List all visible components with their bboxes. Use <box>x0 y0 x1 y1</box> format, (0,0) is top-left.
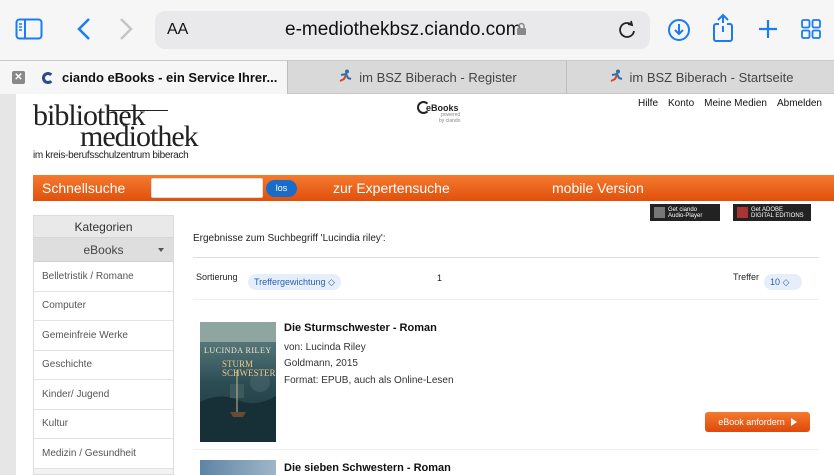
tab-title: ciando eBooks - ein Service Ihrer... <box>62 70 278 85</box>
sort-label: Sortierung <box>196 272 238 282</box>
tab-title: im BSZ Biberach - Register <box>359 70 517 85</box>
runner-favicon-icon <box>337 69 353 86</box>
link-konto[interactable]: Konto <box>668 98 694 109</box>
quick-search-label: Schnellsuche <box>42 180 126 196</box>
sort-select[interactable]: Treffergewichtung ◇ <box>248 274 341 290</box>
tab-title: im BSZ Biberach - Startseite <box>629 70 794 85</box>
category-sidebar: Kategorien eBooks Belletristik / Romane … <box>33 215 174 475</box>
link-hilfe[interactable]: Hilfe <box>638 98 658 109</box>
adobe-promo-line2: DIGITAL EDITIONS <box>751 212 804 219</box>
sidebar-heading: Kategorien <box>34 216 173 238</box>
tab-ciando[interactable]: ✕ ciando eBooks - ein Service Ihrer... <box>0 61 287 94</box>
account-links: Hilfe Konto Meine Medien Abmelden <box>638 98 822 109</box>
divider <box>193 449 819 450</box>
sidebar-item-gemeinfreie-werke[interactable]: Gemeinfreie Werke <box>34 321 173 351</box>
reload-icon[interactable] <box>617 20 637 45</box>
search-bar: Schnellsuche los zur Expertensuche mobil… <box>33 175 834 201</box>
ebooks-logo-text: eBooks <box>426 102 459 113</box>
mobile-version-link[interactable]: mobile Version <box>552 180 644 196</box>
sidebar-section-label: eBooks <box>83 242 124 257</box>
link-abmelden[interactable]: Abmelden <box>777 98 822 109</box>
link-meine-medien[interactable]: Meine Medien <box>704 98 767 109</box>
sidebar-item-geschichte[interactable]: Geschichte <box>34 350 173 380</box>
results-heading: Ergebnisse zum Suchbegriff 'Lucindia ril… <box>193 233 386 244</box>
sidebar-item-computer[interactable]: Computer <box>34 291 173 321</box>
divider <box>193 257 819 258</box>
close-tab-icon[interactable]: ✕ <box>12 71 25 84</box>
ebooks-logo-by: by ciando <box>439 118 461 124</box>
lock-icon <box>516 22 527 41</box>
library-logo-subtitle: im kreis-berufsschulzentrum biberach <box>33 150 189 161</box>
quick-search-input[interactable] <box>151 178 263 198</box>
address-bar[interactable]: AA e-mediothekbsz.ciando.com <box>155 11 650 49</box>
divider <box>193 299 819 300</box>
chevron-down-icon <box>158 248 164 252</box>
page-left-margin <box>0 94 16 475</box>
logo-rule <box>108 110 168 111</box>
order-ebook-label: eBook anfordern <box>718 417 785 427</box>
audio-player-promo[interactable]: Get ciando Audio-Player <box>650 204 720 221</box>
hits-label: Treffer <box>733 272 760 282</box>
search-go-button[interactable]: los <box>266 180 297 197</box>
sidebar-section-ebooks[interactable]: eBooks <box>34 238 173 262</box>
forward-icon[interactable] <box>116 16 136 42</box>
tab-overview-icon[interactable] <box>799 17 823 41</box>
cover-artwork <box>200 322 276 442</box>
sidebar-item-belletristik[interactable]: Belletristik / Romane <box>34 262 173 292</box>
audio-player-icon <box>654 207 665 218</box>
hits-per-page-select[interactable]: 10 ◇ <box>764 274 802 290</box>
ciando-favicon-icon <box>42 71 54 84</box>
book-title[interactable]: Die sieben Schwestern - Roman <box>284 462 451 474</box>
share-icon[interactable] <box>711 12 735 44</box>
book-format: Format: EPUB, auch als Online-Lesen <box>284 375 454 386</box>
sidebar-item-kultur[interactable]: Kultur <box>34 409 173 439</box>
download-icon[interactable] <box>666 17 692 43</box>
book-cover-sieben-schwestern[interactable] <box>200 460 276 475</box>
adobe-icon <box>737 207 748 218</box>
cover-title: STURM SCHWESTER <box>222 360 276 378</box>
book-title[interactable]: Die Sturmschwester - Roman <box>284 322 437 334</box>
page-number[interactable]: 1 <box>437 273 442 283</box>
sidebar-icon[interactable] <box>14 17 44 41</box>
play-arrow-icon <box>790 418 797 426</box>
library-logo-line2: mediothek <box>80 120 199 153</box>
back-icon[interactable] <box>74 16 94 42</box>
sidebar-item-kinder-jugend[interactable]: Kinder/ Jugend <box>34 380 173 410</box>
tab-register[interactable]: im BSZ Biberach - Register <box>288 61 566 94</box>
audio-promo-line2: Audio-Player <box>668 212 703 219</box>
cover-title-line2: SCHWESTER <box>222 368 276 378</box>
order-ebook-button[interactable]: eBook anfordern <box>705 412 810 432</box>
cover-author: LUCINDA RILEY <box>204 346 272 355</box>
runner-favicon-icon <box>608 69 624 86</box>
browser-toolbar: AA e-mediothekbsz.ciando.com <box>0 0 834 60</box>
new-tab-icon[interactable] <box>756 17 780 41</box>
adobe-de-promo[interactable]: Get ADOBE DIGITAL EDITIONS <box>733 204 811 221</box>
expert-search-link[interactable]: zur Expertensuche <box>333 180 450 196</box>
tab-startseite[interactable]: im BSZ Biberach - Startseite <box>567 61 834 94</box>
book-publisher: Goldmann, 2015 <box>284 358 358 369</box>
book-author: von: Lucinda Riley <box>284 342 366 353</box>
sidebar-item-medizin[interactable]: Medizin / Gesundheit <box>34 439 173 469</box>
url-text[interactable]: e-mediothekbsz.ciando.com <box>285 19 522 41</box>
book-cover-sturmschwester[interactable]: LUCINDA RILEY STURM SCHWESTER <box>200 322 276 442</box>
tab-strip: ✕ ciando eBooks - ein Service Ihrer... i… <box>0 60 834 94</box>
text-size-button[interactable]: AA <box>167 21 188 39</box>
ebooks-logo[interactable]: eBooks powered by ciando <box>417 101 460 124</box>
